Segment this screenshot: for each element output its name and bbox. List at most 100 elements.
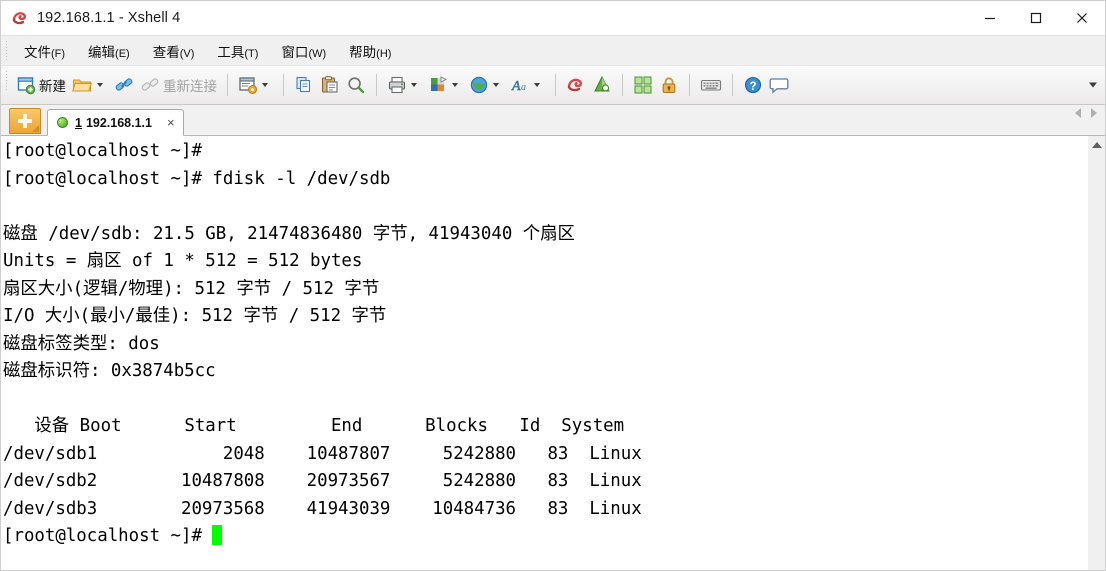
lock-icon — [659, 75, 679, 95]
connect-button[interactable] — [111, 70, 137, 100]
toolbar: 新建 重新连接 A a ? — [1, 65, 1105, 105]
menu-file-label: 文件 — [24, 44, 51, 60]
menu-file[interactable]: 文件(F) — [15, 38, 74, 64]
menu-window[interactable]: 窗口(W) — [272, 38, 335, 64]
plus-icon-horizontal — [18, 119, 32, 123]
web-browser-caret-icon[interactable] — [493, 83, 499, 87]
font-caret-icon[interactable] — [534, 83, 540, 87]
tab-bar: 1 192.168.1.1 × — [1, 105, 1105, 136]
terminal-output[interactable]: [root@localhost ~]# [root@localhost ~]# f… — [1, 136, 1087, 570]
xftp-button[interactable] — [589, 70, 615, 100]
properties-icon — [238, 75, 258, 95]
keyboard-button[interactable] — [697, 70, 725, 100]
terminal-scrollbar[interactable] — [1087, 136, 1105, 570]
font-button[interactable]: A a — [507, 70, 548, 100]
svg-text:a: a — [521, 82, 526, 93]
connect-icon — [114, 75, 134, 95]
minimize-button[interactable] — [967, 1, 1013, 35]
toolbar-separator-2 — [283, 74, 284, 96]
new-tab-corner-icon — [32, 125, 39, 132]
terminal-line: I/O 大小(最小/最佳): 512 字节 / 512 字节 — [3, 306, 387, 326]
lock-button[interactable] — [656, 70, 682, 100]
menu-tools[interactable]: 工具(T) — [208, 38, 267, 64]
terminal-area: [root@localhost ~]# [root@localhost ~]# f… — [1, 136, 1105, 570]
toolbar-overflow-icon[interactable] — [1089, 82, 1097, 88]
menu-edit-mnemonic: (E) — [115, 47, 130, 60]
terminal-line: 磁盘标识符: 0x3874b5cc — [3, 361, 216, 381]
printer-icon — [387, 75, 407, 95]
menu-help-label: 帮助 — [349, 44, 377, 60]
toolbar-drag-grip[interactable] — [5, 70, 9, 91]
menu-bar: 文件(F) 编辑(E) 查看(V) 工具(T) 窗口(W) 帮助(H) — [1, 35, 1105, 65]
help-button[interactable]: ? — [740, 70, 766, 100]
terminal-line: /dev/sdb3 20973568 41943039 10484736 83 … — [3, 498, 642, 519]
menu-window-mnemonic: (W) — [308, 47, 327, 60]
new-session-button[interactable]: 新建 — [13, 70, 69, 100]
menu-file-mnemonic: (F) — [51, 47, 66, 60]
find-button[interactable] — [343, 70, 369, 100]
tab-close-icon[interactable]: × — [165, 116, 177, 129]
xshell-logo-icon — [11, 9, 29, 27]
scrollbar-up-button[interactable] — [1088, 136, 1105, 153]
print-button[interactable] — [384, 70, 425, 100]
xshell-icon — [566, 75, 586, 95]
reconnect-icon — [140, 75, 160, 95]
toolbar-separator-6 — [689, 74, 690, 96]
new-tab-button[interactable] — [9, 108, 41, 134]
connection-status-icon — [57, 117, 68, 128]
menu-view[interactable]: 查看(V) — [144, 38, 204, 64]
tab-title: 192.168.1.1 — [85, 115, 152, 130]
terminal-prompt-line: [root@localhost ~]# — [3, 523, 1087, 551]
folder-open-icon — [72, 75, 93, 95]
tab-scroll-controls — [1075, 108, 1103, 118]
open-session-button[interactable] — [69, 70, 111, 100]
chevron-up-icon — [1091, 141, 1102, 148]
menu-help[interactable]: 帮助(H) — [340, 38, 400, 64]
reconnect-label: 重新连接 — [163, 79, 217, 94]
new-session-icon — [16, 75, 36, 95]
terminal-cursor — [212, 525, 223, 545]
terminal-line: 磁盘 /dev/sdb: 21.5 GB, 21474836480 字节, 41… — [3, 223, 575, 244]
menu-drag-grip[interactable] — [5, 40, 9, 61]
reconnect-button[interactable]: 重新连接 — [137, 70, 220, 100]
title-bar: 192.168.1.1 - Xshell 4 — [1, 1, 1105, 35]
terminal-line: /dev/sdb2 10487808 20973567 5242880 83 L… — [3, 471, 642, 491]
menu-tools-mnemonic: (T) — [244, 47, 259, 60]
svg-text:?: ? — [749, 81, 756, 93]
color-palette-icon — [428, 75, 448, 95]
color-scheme-caret-icon[interactable] — [452, 83, 458, 87]
tab-session-1[interactable]: 1 192.168.1.1 × — [47, 109, 184, 136]
tab-scroll-left-icon[interactable] — [1075, 108, 1081, 118]
arrange-windows-button[interactable] — [630, 70, 656, 100]
color-scheme-button[interactable] — [425, 70, 466, 100]
keyboard-icon — [700, 75, 722, 95]
window-controls — [967, 1, 1105, 35]
xshell-window: 192.168.1.1 - Xshell 4 文件(F) 编辑(E) 查看(V)… — [0, 0, 1106, 571]
terminal-line: 扇区大小(逻辑/物理): 512 字节 / 512 字节 — [3, 278, 380, 299]
copy-button[interactable] — [291, 70, 317, 100]
terminal-line: 设备 Boot Start End Blocks Id System — [3, 416, 625, 436]
session-properties-button[interactable] — [235, 70, 276, 100]
svg-text:A: A — [511, 79, 521, 94]
paste-button[interactable] — [317, 70, 343, 100]
properties-caret-icon[interactable] — [262, 83, 268, 87]
tab-scroll-right-icon[interactable] — [1091, 108, 1097, 118]
new-session-label: 新建 — [39, 79, 66, 94]
menu-edit[interactable]: 编辑(E) — [79, 38, 139, 64]
maximize-button[interactable] — [1013, 1, 1059, 35]
close-button[interactable] — [1059, 1, 1105, 35]
feedback-button[interactable] — [766, 70, 792, 100]
speech-bubble-icon — [769, 75, 789, 95]
xshell-button[interactable] — [563, 70, 589, 100]
print-caret-icon[interactable] — [411, 83, 417, 87]
open-session-caret-icon[interactable] — [97, 83, 103, 87]
menu-view-mnemonic: (V) — [179, 47, 195, 60]
menu-help-mnemonic: (H) — [376, 47, 392, 60]
web-browser-button[interactable] — [466, 70, 507, 100]
menu-window-label: 窗口 — [281, 44, 309, 60]
terminal-line: Units = 扇区 of 1 * 512 = 512 bytes — [3, 251, 363, 271]
terminal-line: [root@localhost ~]# fdisk -l /dev/sdb — [3, 168, 391, 189]
copy-icon — [294, 75, 314, 95]
